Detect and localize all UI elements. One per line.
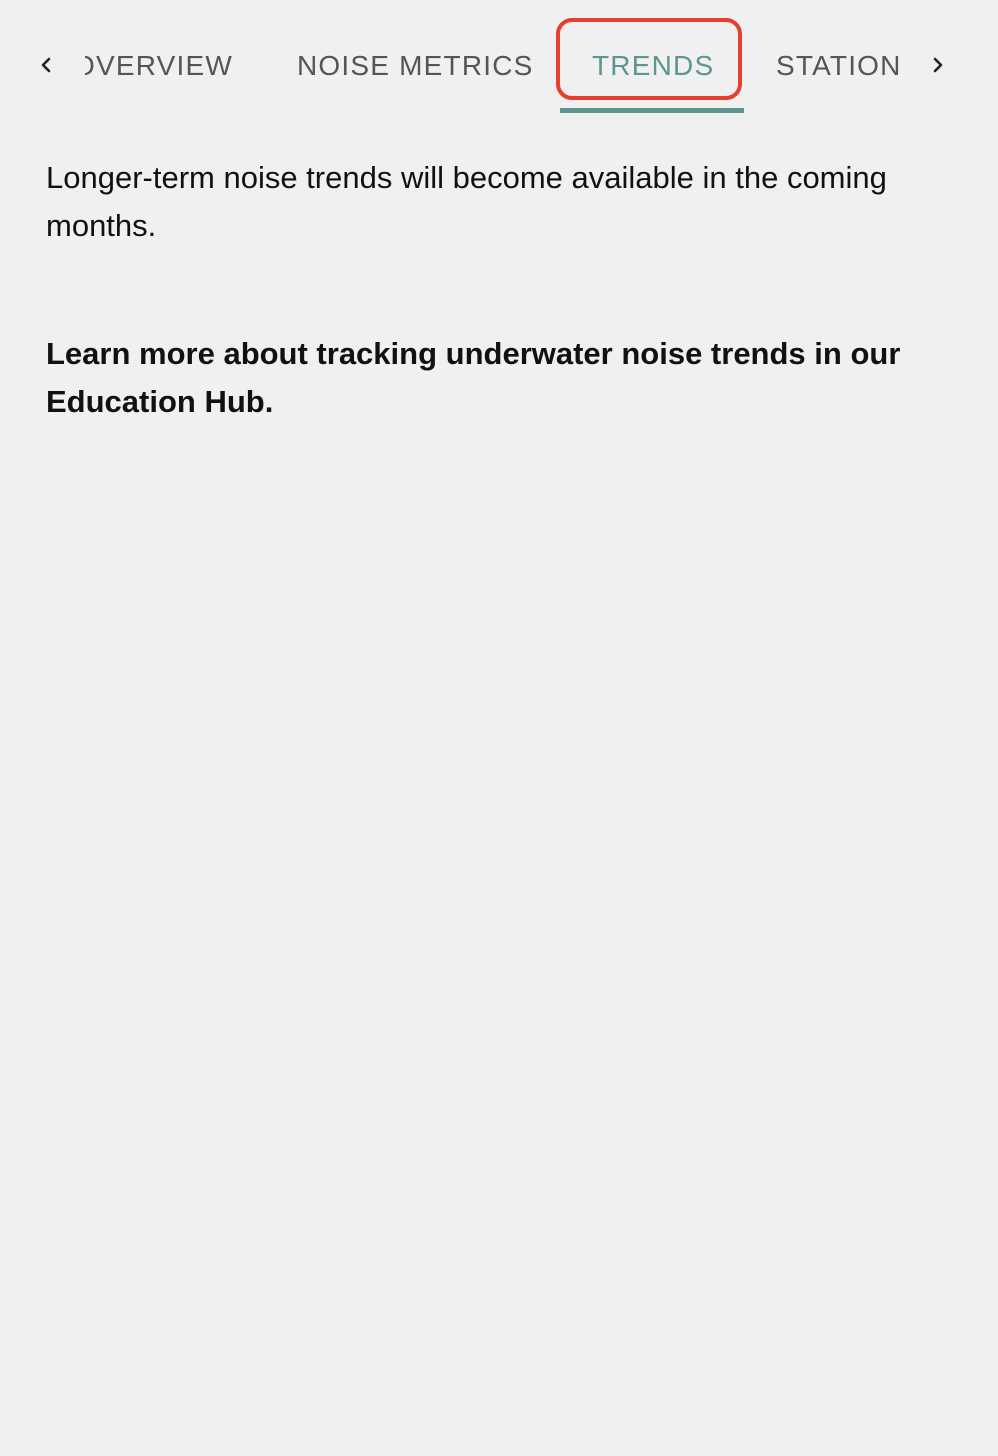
tab-trends[interactable]: TRENDS (592, 46, 714, 86)
tab-station[interactable]: STATION (776, 46, 902, 86)
trends-availability-text: Longer-term noise trends will become ava… (46, 160, 887, 243)
scroll-tabs-left-button[interactable] (29, 48, 63, 82)
chevron-left-icon (41, 57, 51, 73)
tabs-scroll-area: OVERVIEW NOISE METRICS TRENDS STATION (85, 0, 905, 130)
tab-bar: OVERVIEW NOISE METRICS TRENDS STATION (0, 0, 998, 130)
chevron-right-icon (933, 57, 943, 73)
active-tab-indicator (560, 108, 744, 113)
trends-panel: Longer-term noise trends will become ava… (46, 154, 956, 426)
tab-overview[interactable]: OVERVIEW (85, 46, 233, 86)
scroll-tabs-right-button[interactable] (921, 48, 955, 82)
education-hub-link[interactable]: Learn more about tracking underwater noi… (46, 330, 956, 426)
tab-noise-metrics[interactable]: NOISE METRICS (297, 46, 534, 86)
